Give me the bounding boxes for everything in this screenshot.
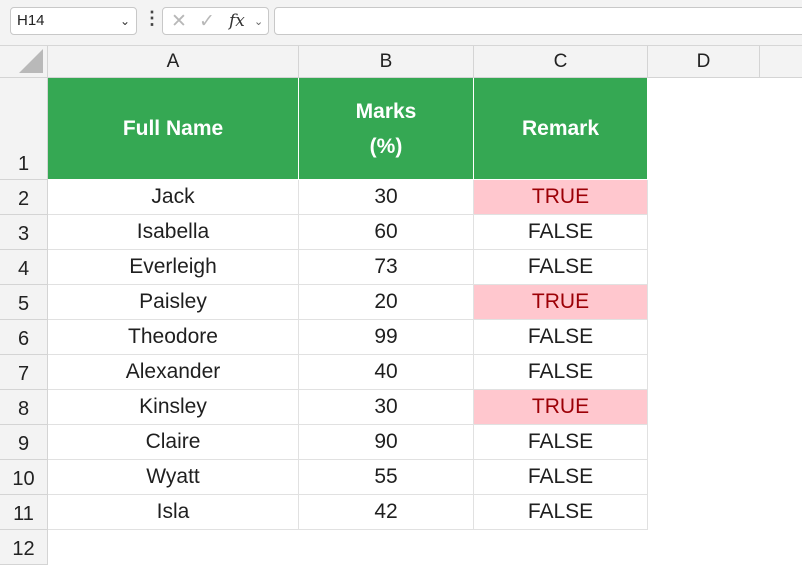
cell-marks[interactable]: 30 [299, 180, 474, 215]
more-options-icon[interactable]: ⋮ [143, 8, 161, 29]
cell-remark[interactable]: TRUE [474, 285, 648, 320]
enter-icon[interactable]: ✓ [199, 10, 215, 33]
select-all-button[interactable] [0, 46, 48, 78]
cell-remark[interactable]: FALSE [474, 460, 648, 495]
cell-name[interactable]: Everleigh [48, 250, 299, 285]
row-header[interactable]: 7 [0, 355, 48, 390]
cell-remark[interactable]: TRUE [474, 390, 648, 425]
cell-remark[interactable]: FALSE [474, 425, 648, 460]
header-cell-remark[interactable]: Remark [474, 78, 648, 180]
cell-name[interactable]: Theodore [48, 320, 299, 355]
cell-marks[interactable]: 90 [299, 425, 474, 460]
cell-remark[interactable]: TRUE [474, 180, 648, 215]
header-cell-full-name[interactable]: Full Name [48, 78, 299, 180]
cell-name[interactable]: Claire [48, 425, 299, 460]
cell-marks[interactable]: 40 [299, 355, 474, 390]
row-header[interactable]: 9 [0, 425, 48, 460]
cell-name[interactable]: Jack [48, 180, 299, 215]
header-cell-marks[interactable]: Marks (%) [299, 78, 474, 180]
cancel-icon[interactable]: ✕ [171, 10, 187, 33]
cell-marks[interactable]: 42 [299, 495, 474, 530]
chevron-down-icon[interactable]: ⌄ [254, 15, 263, 28]
column-header-b[interactable]: B [299, 46, 474, 78]
cell-name[interactable]: Paisley [48, 285, 299, 320]
marks-title: Marks [355, 99, 417, 123]
name-box-value: H14 [17, 12, 45, 29]
row-header[interactable]: 1 [0, 78, 48, 180]
cell-marks[interactable]: 30 [299, 390, 474, 425]
row-header[interactable]: 10 [0, 460, 48, 495]
cell-remark[interactable]: FALSE [474, 215, 648, 250]
column-header-e[interactable] [760, 46, 802, 78]
row-header[interactable]: 8 [0, 390, 48, 425]
cell-marks[interactable]: 55 [299, 460, 474, 495]
full-name-label: Full Name [122, 117, 224, 140]
cell-marks[interactable]: 20 [299, 285, 474, 320]
cell-name[interactable]: Wyatt [48, 460, 299, 495]
formula-buttons: ✕ ✓ fx ⌄ [162, 7, 269, 35]
cell-name[interactable]: Isabella [48, 215, 299, 250]
cell-remark[interactable]: FALSE [474, 355, 648, 390]
cell-name[interactable]: Kinsley [48, 390, 299, 425]
name-box[interactable]: H14 ⌄ [10, 7, 137, 35]
cell-marks[interactable]: 60 [299, 215, 474, 250]
cell-remark[interactable]: FALSE [474, 320, 648, 355]
column-header-a[interactable]: A [48, 46, 299, 78]
column-header-d[interactable]: D [648, 46, 760, 78]
remark-label: Remark [521, 117, 600, 140]
marks-label: Marks (%) [356, 94, 417, 164]
row-header[interactable]: 11 [0, 495, 48, 530]
insert-function-button[interactable]: fx [229, 11, 245, 31]
row-header[interactable]: 3 [0, 215, 48, 250]
cell-name[interactable]: Alexander [48, 355, 299, 390]
cell-remark[interactable]: FALSE [474, 250, 648, 285]
row-header[interactable]: 6 [0, 320, 48, 355]
marks-unit: (%) [369, 134, 403, 158]
cell-remark[interactable]: FALSE [474, 495, 648, 530]
row-header[interactable]: 4 [0, 250, 48, 285]
cell-name[interactable]: Isla [48, 495, 299, 530]
column-header-c[interactable]: C [474, 46, 648, 78]
cell-marks[interactable]: 73 [299, 250, 474, 285]
cell-marks[interactable]: 99 [299, 320, 474, 355]
formula-input[interactable] [274, 7, 802, 35]
row-header[interactable]: 2 [0, 180, 48, 215]
chevron-down-icon[interactable]: ⌄ [120, 8, 130, 34]
row-header[interactable]: 5 [0, 285, 48, 320]
